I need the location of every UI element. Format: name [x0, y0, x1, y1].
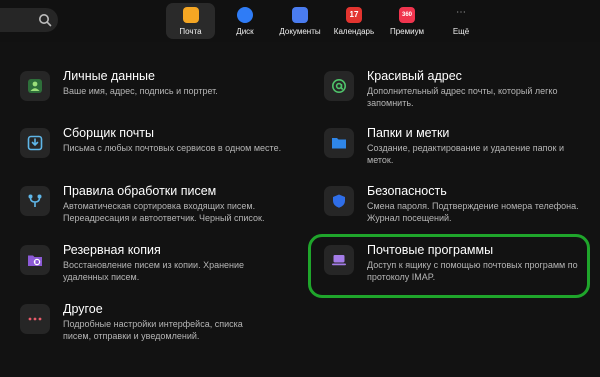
other-tile: [20, 304, 50, 334]
app-documents[interactable]: Документы: [276, 3, 324, 39]
mail-collector-title: Сборщик почты: [63, 126, 154, 140]
app-premium-label: Премиум: [389, 27, 425, 36]
nice-address-title: Красивый адрес: [367, 69, 462, 83]
person-icon: [28, 79, 42, 93]
app-mail[interactable]: Почта: [166, 3, 215, 39]
mail-icon: [182, 7, 199, 23]
nice-address-desc: Дополнительный адрес почты, который легк…: [367, 86, 558, 108]
top-bar: Почта Диск Документы 17 Календарь 360 Пр…: [0, 0, 600, 42]
more-icon: ⋯: [456, 7, 466, 18]
other-desc: Подробные настройки интерфейса, списка п…: [63, 319, 243, 341]
shield-icon: [333, 194, 345, 208]
app-mail-label: Почта: [179, 27, 202, 36]
app-more-label: Ещё: [452, 27, 470, 36]
personal-data-tile: [20, 71, 50, 101]
app-more[interactable]: ⋯ Ещё: [445, 3, 477, 39]
security-title: Безопасность: [367, 184, 447, 198]
personal-data-title: Личные данные: [63, 69, 155, 83]
mail-rules-tile: [20, 186, 50, 216]
backup-title: Резервная копия: [63, 243, 161, 257]
folder-icon: [332, 138, 346, 149]
premium-icon: 360: [399, 7, 415, 23]
inbox-download-icon: [27, 135, 43, 151]
backup-tile: [20, 245, 50, 275]
security-tile: [324, 186, 354, 216]
app-premium[interactable]: 360 Премиум: [385, 3, 429, 39]
mail-rules-title: Правила обработки писем: [63, 184, 217, 198]
backup-folder-icon: [28, 255, 42, 266]
documents-icon: [292, 7, 308, 23]
highlight-frame: [308, 234, 590, 298]
folders-labels-title: Папки и метки: [367, 126, 450, 140]
disk-icon: [237, 7, 253, 23]
nice-address-tile: [324, 71, 354, 101]
rules-icon: [28, 194, 42, 207]
calendar-icon: 17: [346, 7, 362, 23]
at-icon: [332, 79, 346, 93]
folders-labels-desc: Создание, редактирование и удаление папо…: [367, 143, 565, 165]
app-disk-label: Диск: [236, 27, 254, 36]
app-disk[interactable]: Диск: [224, 3, 266, 39]
mail-collector-tile: [20, 128, 50, 158]
folders-labels-tile: [324, 128, 354, 158]
app-calendar[interactable]: 17 Календарь: [331, 3, 377, 39]
app-calendar-label: Календарь: [333, 27, 375, 36]
personal-data-desc: Ваше имя, адрес, подпись и портрет.: [63, 86, 218, 96]
mail-rules-desc: Автоматическая сортировка входящих писем…: [63, 201, 265, 223]
search-icon[interactable]: [38, 13, 52, 27]
mail-collector-desc: Письма с любых почтовых сервисов в одном…: [63, 143, 282, 153]
backup-desc: Восстановление писем из копии. Хранение …: [63, 260, 245, 282]
app-documents-label: Документы: [279, 27, 321, 36]
other-title: Другое: [63, 302, 103, 316]
security-desc: Смена пароля. Подтверждение номера телеф…: [367, 201, 579, 223]
more-dots-icon: [28, 317, 42, 321]
